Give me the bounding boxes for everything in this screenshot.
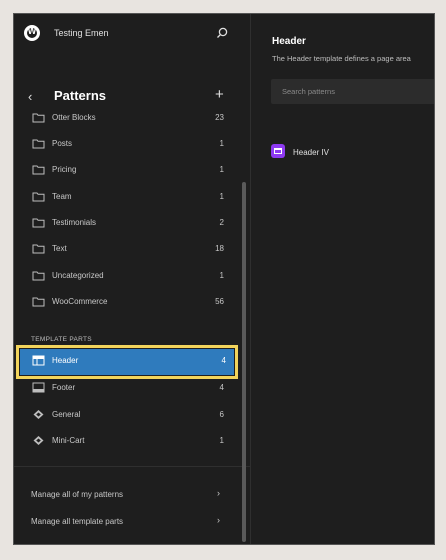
header-icon (32, 355, 45, 366)
sidebar-item-label: Mini-Cart (52, 436, 85, 445)
manage-template-parts-link[interactable]: Manage all template parts › (14, 510, 242, 534)
folder-icon (32, 139, 45, 149)
sidebar-item-label: Header (52, 356, 79, 365)
back-chevron-icon[interactable]: ‹ (28, 89, 32, 104)
folder-icon (32, 218, 45, 228)
sidebar-item-header[interactable]: Header 4 (20, 349, 234, 375)
sidebar-divider (14, 466, 250, 467)
main-description: The Header template defines a page area (272, 54, 411, 63)
main-content: Header The Header template defines a pag… (251, 14, 434, 544)
search-patterns-input[interactable] (271, 79, 434, 104)
sidebar-item-count: 56 (215, 297, 224, 306)
sidebar-item-count: 4 (221, 356, 226, 365)
section-label-template-parts: TEMPLATE PARTS (31, 336, 92, 343)
sidebar-item-pricing[interactable]: Pricing 1 (14, 158, 242, 184)
folder-icon (32, 165, 45, 175)
page-title: Patterns (54, 88, 107, 103)
sidebar-item-label: WooCommerce (52, 297, 108, 306)
sidebar-item-testimonials[interactable]: Testimonials 2 (14, 211, 242, 237)
sidebar-item-count: 1 (219, 436, 224, 445)
folder-icon (32, 297, 45, 307)
sidebar-scrollbar[interactable] (242, 182, 246, 542)
sidebar-item-text[interactable]: Text 18 (14, 237, 242, 263)
sidebar-item-posts[interactable]: Posts 1 (14, 132, 242, 158)
sidebar-item-count: 4 (219, 383, 224, 392)
sidebar: Testing Emen ‹ Patterns + Otter Blocks 2… (14, 14, 250, 544)
footer-icon (32, 382, 45, 393)
sidebar-item-team[interactable]: Team 1 (14, 185, 242, 211)
wordpress-logo-icon[interactable] (24, 25, 40, 41)
sidebar-item-label: General (52, 410, 81, 419)
sidebar-item-label: Otter Blocks (52, 113, 96, 122)
sidebar-item-count: 23 (215, 113, 224, 122)
site-title[interactable]: Testing Emen (54, 28, 109, 38)
sidebar-item-footer[interactable]: Footer 4 (14, 376, 242, 402)
folder-icon (32, 271, 45, 281)
add-pattern-button[interactable]: + (215, 86, 224, 103)
sidebar-item-label: Posts (52, 139, 73, 148)
sidebar-item-count: 1 (219, 139, 224, 148)
sidebar-item-label: Team (52, 192, 72, 201)
main-title: Header (272, 36, 306, 47)
sidebar-item-label: Footer (52, 383, 76, 392)
folder-icon (32, 113, 45, 123)
link-label: Manage all template parts (31, 517, 124, 526)
pattern-item-label: Header IV (293, 148, 330, 157)
sidebar-item-label: Pricing (52, 165, 77, 174)
sidebar-item-label: Uncategorized (52, 271, 104, 280)
sidebar-item-count: 1 (219, 271, 224, 280)
folder-icon (32, 244, 45, 254)
sidebar-item-count: 6 (219, 410, 224, 419)
template-part-icon (271, 144, 285, 158)
sidebar-item-count: 18 (215, 244, 224, 253)
sidebar-item-uncategorized[interactable]: Uncategorized 1 (14, 264, 242, 290)
symbol-icon (33, 410, 44, 419)
sidebar-item-count: 1 (219, 192, 224, 201)
sidebar-item-otter-blocks[interactable]: Otter Blocks 23 (14, 106, 242, 132)
chevron-right-icon: › (217, 488, 220, 498)
sidebar-item-count: 2 (219, 218, 224, 227)
sidebar-item-woocommerce[interactable]: WooCommerce 56 (14, 290, 242, 316)
sidebar-item-mini-cart[interactable]: Mini-Cart 1 (14, 429, 242, 455)
chevron-right-icon: › (217, 515, 220, 525)
search-icon[interactable] (216, 27, 228, 39)
symbol-icon (33, 436, 44, 445)
site-editor-window: Testing Emen ‹ Patterns + Otter Blocks 2… (13, 13, 435, 545)
sidebar-item-label: Text (52, 244, 67, 253)
pattern-item-header-iv[interactable]: Header IV (271, 144, 421, 160)
link-label: Manage all of my patterns (31, 490, 124, 499)
sidebar-item-count: 1 (219, 165, 224, 174)
manage-patterns-link[interactable]: Manage all of my patterns › (14, 483, 242, 507)
folder-icon (32, 192, 45, 202)
sidebar-item-label: Testimonials (52, 218, 97, 227)
sidebar-item-general[interactable]: General 6 (14, 403, 242, 429)
site-bar: Testing Emen (14, 14, 250, 54)
